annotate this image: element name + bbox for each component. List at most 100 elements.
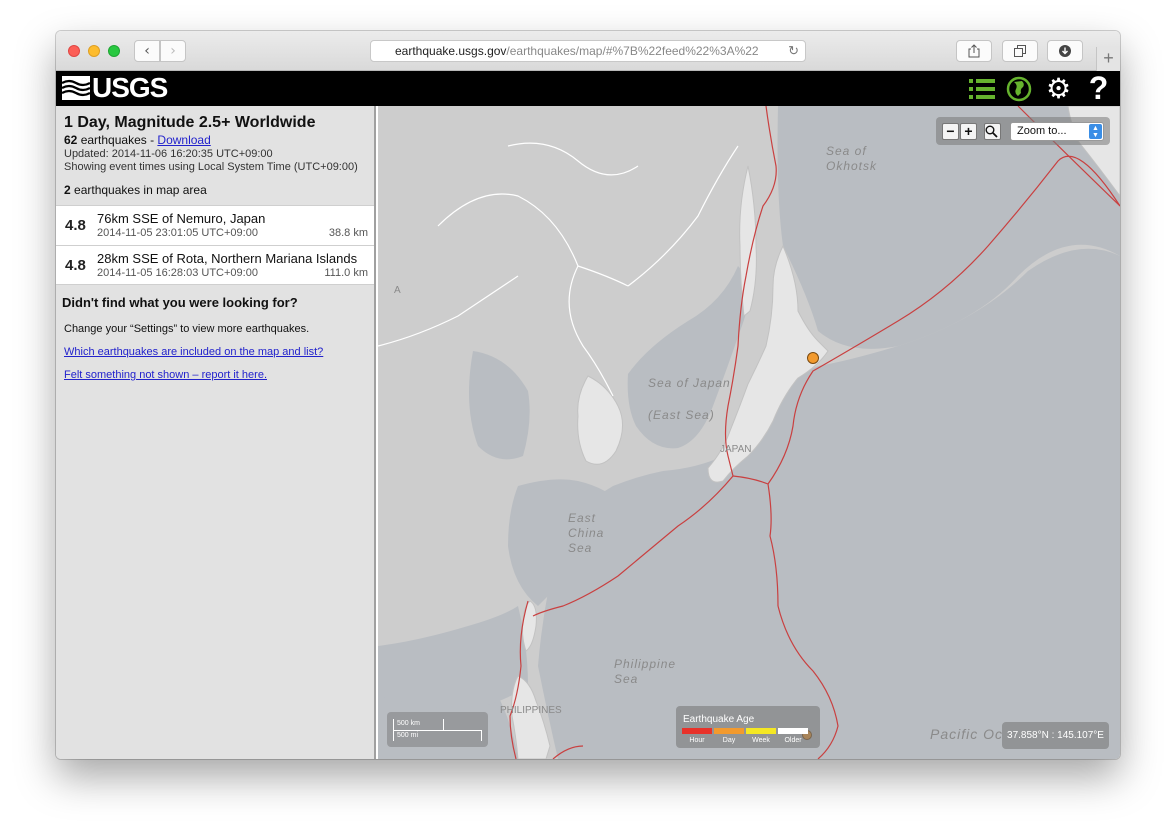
zoom-in-button[interactable]: + xyxy=(960,123,977,140)
download-link[interactable]: Download xyxy=(157,133,210,147)
browser-toolbar: ‹ › earthquake.usgs.gov/earthquakes/map/… xyxy=(56,31,1120,759)
usgs-logo[interactable]: USGS xyxy=(62,72,168,103)
back-button[interactable]: ‹ xyxy=(134,40,160,62)
label-line: Pacific Oc xyxy=(930,726,1004,742)
earthquake-time: 2014-11-05 16:28:03 UTC+09:00 xyxy=(97,267,258,279)
in-area-suffix: earthquakes in map area xyxy=(70,183,207,197)
age-swatch-week xyxy=(746,728,776,734)
scale-mi-label: 500 mi xyxy=(397,732,419,739)
settings-button[interactable]: ⚙ xyxy=(1042,72,1075,105)
label-pacific-ocean: Pacific Oc xyxy=(930,727,1003,742)
label-line: Sea xyxy=(614,672,639,686)
age-legend-title: Earthquake Age xyxy=(683,714,755,725)
earthquake-map[interactable]: Sea of Okhotsk Sea of Japan (East Sea) JA… xyxy=(378,106,1120,759)
report-felt-link[interactable]: Felt something not shown – report it her… xyxy=(64,369,368,381)
magnifier-icon xyxy=(985,125,998,138)
globe-icon xyxy=(1006,76,1031,101)
count-number: 62 xyxy=(64,133,78,147)
address-bar[interactable]: earthquake.usgs.gov/earthquakes/map/#%7B… xyxy=(370,40,806,62)
list-toggle-button[interactable] xyxy=(965,72,998,105)
label-line: JAPAN xyxy=(720,444,752,455)
south-china-sea xyxy=(378,606,528,711)
label-line: China xyxy=(568,526,605,540)
url-path: /earthquakes/map/#%7B%22feed%22%3A%22 xyxy=(506,44,759,58)
help-icon: ? xyxy=(1088,70,1109,106)
label-east-sea: (East Sea) xyxy=(648,408,715,423)
earthquake-count: 62 earthquakes - Download xyxy=(64,133,366,147)
label-line: Sea of xyxy=(826,144,867,158)
updated-time: Updated: 2014-11-06 16:20:35 UTC+09:00 xyxy=(64,148,273,160)
age-label: Week xyxy=(752,737,770,744)
earthquake-list-item[interactable]: 4.8 28km SSE of Rota, Northern Mariana I… xyxy=(56,245,374,285)
label-line: Sea of Japan xyxy=(648,376,731,390)
label-line: Okhotsk xyxy=(826,159,878,173)
count-suffix: earthquakes - xyxy=(77,133,158,147)
share-button[interactable] xyxy=(956,40,992,62)
share-icon xyxy=(968,44,980,58)
in-area-number: 2 xyxy=(64,183,71,197)
earthquake-time: 2014-11-05 23:01:05 UTC+09:00 xyxy=(97,227,258,239)
zoom-control: − + Zoom to... ▲ ▼ xyxy=(936,117,1110,145)
earthquake-list-panel: 1 Day, Magnitude 2.5+ Worldwide 62 earth… xyxy=(56,106,376,759)
label-philippine-sea: Philippine Sea xyxy=(614,657,676,687)
zoom-to-select[interactable]: Zoom to... ▲ ▼ xyxy=(1010,122,1104,141)
help-button[interactable]: ? xyxy=(1082,70,1115,106)
new-tab-button[interactable]: + xyxy=(1096,47,1120,71)
scale-km-label: 500 km xyxy=(397,720,420,727)
label-asia-fragment: A xyxy=(394,283,402,298)
app-header: USGS ⚙ ? xyxy=(56,70,1120,106)
earthquake-marker-nemuro[interactable] xyxy=(807,352,819,364)
sakhalin-land xyxy=(739,165,757,317)
label-east-china-sea: East China Sea xyxy=(568,511,604,556)
label-japan: JAPAN xyxy=(720,442,752,457)
help-section: Didn't find what you were looking for? C… xyxy=(56,285,374,381)
gear-icon: ⚙ xyxy=(1045,72,1072,105)
cursor-coordinates: 37.858°N : 145.107°E xyxy=(1002,722,1109,749)
forward-button[interactable]: › xyxy=(160,40,186,62)
earthquake-depth: 38.8 km xyxy=(328,227,368,239)
basemap xyxy=(378,106,1120,759)
zoom-to-value: Zoom to... xyxy=(1017,125,1067,137)
label-line: A xyxy=(394,285,402,296)
label-sea-of-japan: Sea of Japan xyxy=(648,376,731,391)
tabs-icon xyxy=(1014,45,1026,57)
age-label: Day xyxy=(722,737,736,744)
reload-icon[interactable]: ↻ xyxy=(788,41,799,61)
map-toggle-button[interactable] xyxy=(1002,72,1035,105)
label-line: Philippine xyxy=(614,657,677,671)
timezone-note: Showing event times using Local System T… xyxy=(64,161,358,173)
minimize-window-button[interactable] xyxy=(88,45,100,57)
earthquake-place: 76km SSE of Nemuro, Japan xyxy=(97,211,266,226)
earthquake-age-legend: Earthquake Age Hour Day Week Older xyxy=(676,706,820,748)
in-map-area-count: 2 earthquakes in map area xyxy=(64,183,366,197)
earthquake-place: 28km SSE of Rota, Northern Mariana Islan… xyxy=(97,251,358,266)
age-swatch-day xyxy=(714,728,744,734)
country-border xyxy=(437,193,629,287)
logo-text: USGS xyxy=(92,72,168,103)
zoom-search-button[interactable] xyxy=(984,123,1001,140)
zoom-out-button[interactable]: − xyxy=(942,123,959,140)
country-border xyxy=(568,265,614,397)
label-line: Sea xyxy=(568,541,593,555)
close-window-button[interactable] xyxy=(68,45,80,57)
included-earthquakes-link[interactable]: Which earthquakes are included on the ma… xyxy=(64,346,368,358)
label-line: (East Sea) xyxy=(648,408,715,422)
select-arrows-icon: ▲ ▼ xyxy=(1089,124,1102,139)
earthquake-list-item[interactable]: 4.8 76km SSE of Nemuro, Japan 2014-11-05… xyxy=(56,205,374,245)
zoom-window-button[interactable] xyxy=(108,45,120,57)
earthquake-list: 4.8 76km SSE of Nemuro, Japan 2014-11-05… xyxy=(56,205,374,285)
downloads-button[interactable] xyxy=(1047,40,1083,62)
usgs-wave-icon xyxy=(62,76,90,100)
show-tabs-button[interactable] xyxy=(1002,40,1038,62)
age-swatch-older xyxy=(778,728,808,734)
earthquake-magnitude: 4.8 xyxy=(65,257,86,274)
label-philippines: PHILIPPINES xyxy=(500,703,562,718)
korea-land xyxy=(577,375,623,465)
chevron-left-icon: ‹ xyxy=(144,43,150,59)
country-border xyxy=(627,145,739,287)
age-label: Hour xyxy=(689,737,705,744)
earthquake-magnitude: 4.8 xyxy=(65,217,86,234)
browser-window: ‹ › earthquake.usgs.gov/earthquakes/map/… xyxy=(56,31,1120,759)
url-host: earthquake.usgs.gov xyxy=(395,44,507,58)
age-swatch-hour xyxy=(682,728,712,734)
